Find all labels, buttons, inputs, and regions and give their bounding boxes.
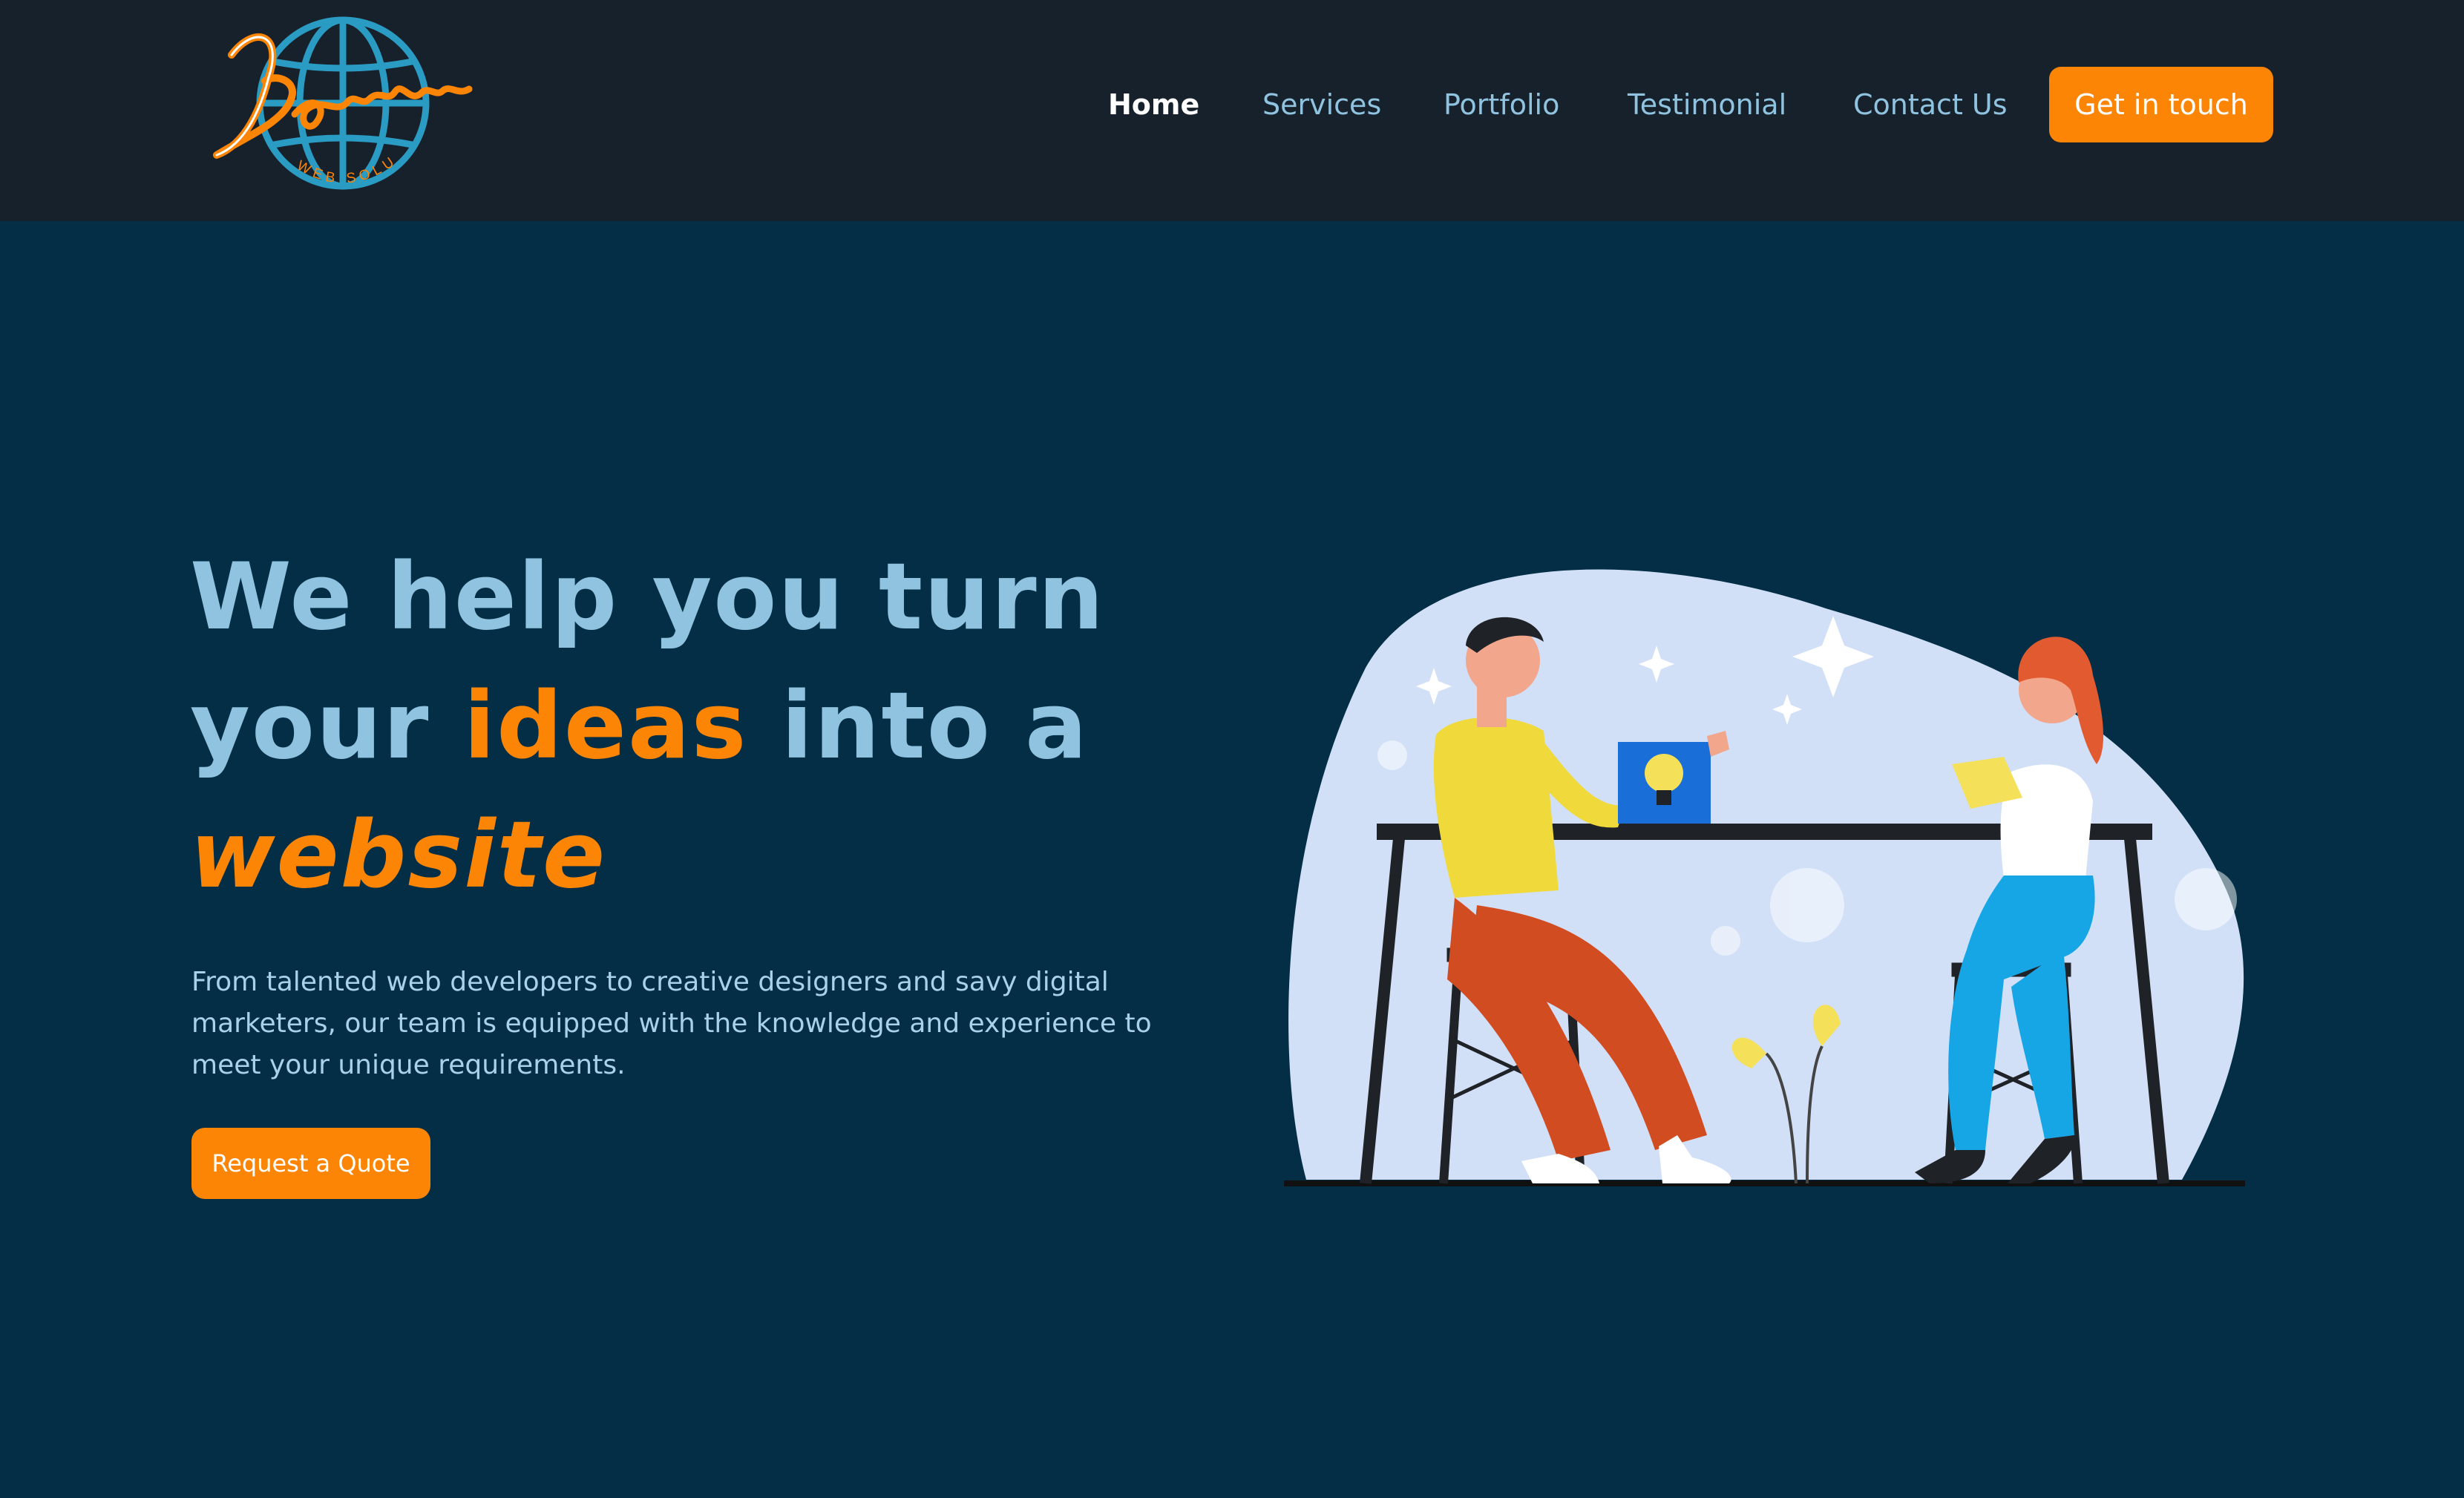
main-nav: Home Services Portfolio Testimonial Cont… [0, 67, 2464, 142]
hero-title-part2: your [190, 673, 430, 780]
hero-title-accent-website: website [190, 802, 607, 909]
nav-testimonial[interactable]: Testimonial [1628, 67, 1786, 142]
nav-services[interactable]: Services [1262, 67, 1381, 142]
illustration-svg [1284, 569, 2245, 1186]
hero-title-part3: into a [781, 673, 1089, 780]
hero-description: From talented web developers to creative… [191, 967, 1152, 1080]
request-quote-button[interactable]: Request a Quote [191, 1128, 430, 1199]
background-blob [1288, 569, 2244, 1180]
site-header: WEB SOLUTIONS Home Services Portfolio Te… [0, 0, 2464, 221]
hero-title-accent-ideas: ideas [463, 673, 748, 780]
get-in-touch-button[interactable]: Get in touch [2049, 67, 2273, 142]
team-meeting-illustration [1262, 534, 2271, 1191]
nav-contact-us[interactable]: Contact Us [1853, 67, 2008, 142]
hero-title-part1: We help you turn [190, 544, 1105, 651]
nav-home[interactable]: Home [1108, 67, 1199, 142]
nav-portfolio[interactable]: Portfolio [1444, 67, 1559, 142]
hero-title: We help you turn your ideas into a websi… [190, 533, 1244, 920]
